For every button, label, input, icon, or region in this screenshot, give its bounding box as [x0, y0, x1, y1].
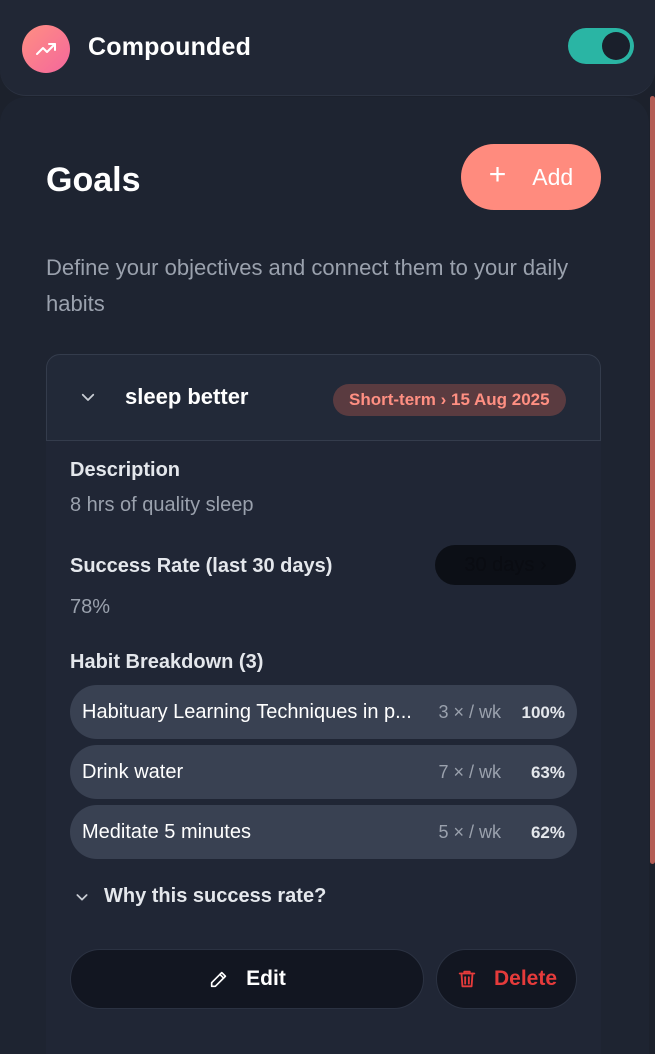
- habit-percent: 63%: [530, 763, 565, 782]
- edit-goal-button[interactable]: Edit: [70, 949, 424, 1009]
- habit-name: Meditate 5 minutes: [82, 821, 251, 843]
- chevron-down-icon: [76, 893, 88, 901]
- toggle-knob: [602, 32, 630, 60]
- goal-name: sleep better: [125, 384, 249, 409]
- scrollbar[interactable]: [650, 96, 655, 864]
- habit-frequency: 5 × / wk: [438, 822, 501, 842]
- habit-row[interactable]: Habituary Learning Techniques in p... 3 …: [70, 685, 577, 739]
- success-rate-label: Success Rate (last 30 days): [70, 555, 333, 577]
- delete-goal-label: Delete: [493, 967, 558, 990]
- habit-percent: 100%: [521, 703, 565, 722]
- delete-goal-button[interactable]: Delete: [436, 949, 577, 1009]
- goal-term-badge: Short-term › 15 Aug 2025: [333, 384, 566, 416]
- add-goal-button[interactable]: + Add: [461, 144, 601, 210]
- goal-details: Description 8 hrs of quality sleep Succe…: [46, 441, 601, 1054]
- description-label: Description: [70, 459, 181, 481]
- habit-name: Habituary Learning Techniques in p...: [82, 701, 412, 723]
- add-goal-label: Add: [532, 163, 574, 190]
- habit-percent: 62%: [530, 823, 565, 842]
- habit-row[interactable]: Meditate 5 minutes 5 × / wk 62%: [70, 805, 577, 859]
- success-rate-value: 78%: [70, 596, 111, 618]
- chevron-down-icon: [81, 393, 95, 401]
- habit-frequency: 7 × / wk: [438, 762, 501, 782]
- theme-toggle[interactable]: [568, 28, 634, 64]
- habit-name: Drink water: [82, 761, 184, 783]
- why-success-rate-toggle[interactable]: Why this success rate?: [74, 885, 326, 908]
- goals-panel: Goals + Add Define your objectives and c…: [0, 97, 649, 1054]
- app-logo: [22, 25, 70, 73]
- description-value: 8 hrs of quality sleep: [70, 494, 254, 516]
- app-header: Compounded: [0, 0, 655, 96]
- app-title: Compounded: [88, 33, 252, 61]
- habit-frequency: 3 × / wk: [438, 702, 501, 722]
- edit-goal-label: Edit: [246, 967, 286, 990]
- habit-row[interactable]: Drink water 7 × / wk 63%: [70, 745, 577, 799]
- goal-card: sleep better Short-term › 15 Aug 2025 De…: [46, 354, 601, 1054]
- trash-icon: [458, 970, 476, 988]
- pencil-icon: [210, 971, 227, 988]
- plus-icon: +: [488, 158, 507, 191]
- page-title: Goals: [46, 161, 141, 199]
- page-subtitle: Define your objectives and connect them …: [46, 255, 569, 316]
- trending-up-icon: [36, 43, 56, 55]
- why-success-rate-label: Why this success rate?: [104, 885, 327, 907]
- range-selector[interactable]: 30 days ›: [435, 545, 576, 585]
- habit-breakdown-label: Habit Breakdown (3): [70, 651, 264, 673]
- goal-header[interactable]: sleep better Short-term › 15 Aug 2025: [46, 354, 601, 441]
